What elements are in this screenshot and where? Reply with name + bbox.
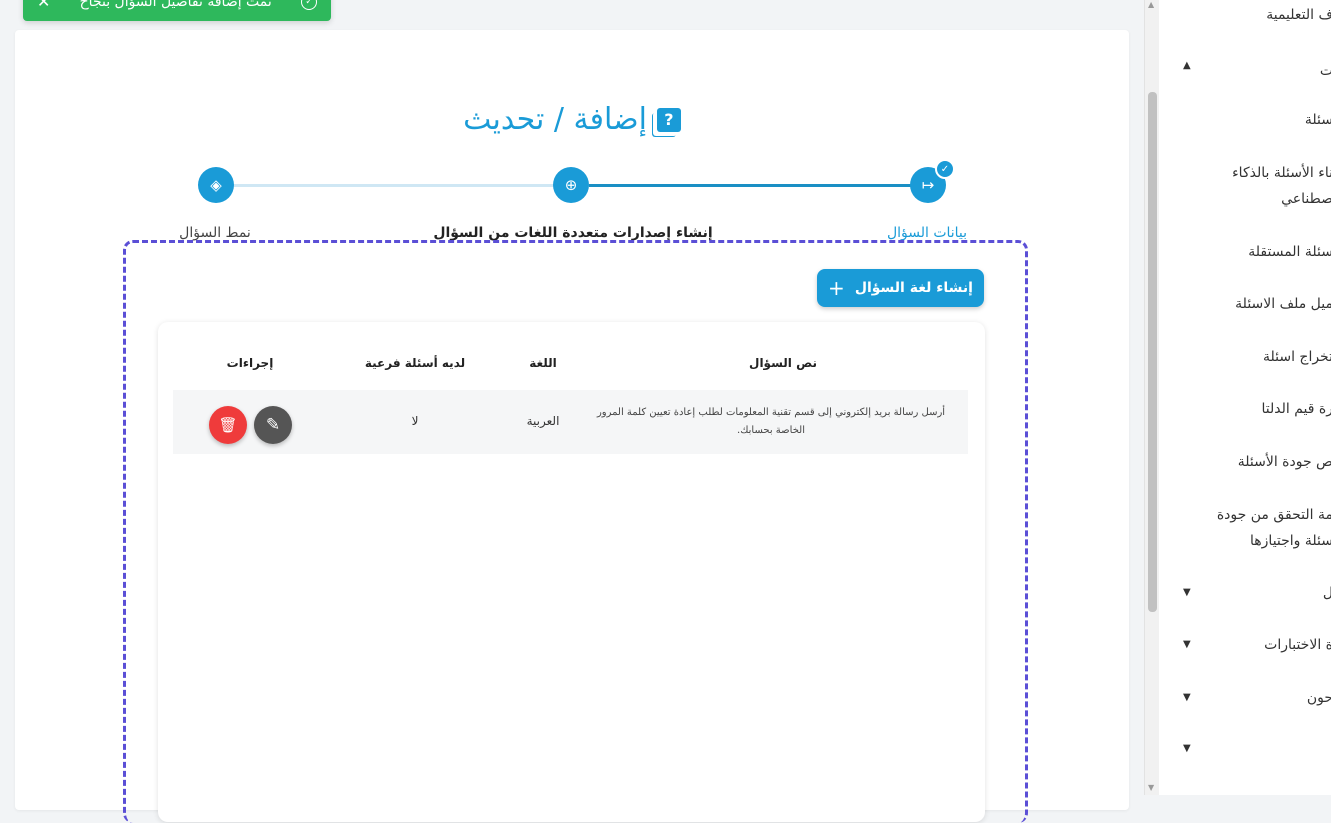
- sidebar-item-extract-questions[interactable]: تخراج اسئلة: [1263, 344, 1331, 370]
- scrollbar-thumb[interactable]: [1148, 92, 1157, 612]
- row-has-sub-questions: لا: [412, 414, 419, 428]
- sidebar-item-examinees[interactable]: حون: [1307, 685, 1331, 711]
- sidebar-item-quality-check-line2[interactable]: سئلة واجتيازها: [1250, 528, 1331, 554]
- table-header: نص السؤال اللغة لديه أسئلة فرعية إجراءات: [173, 344, 968, 391]
- stepper-line-pending: [231, 184, 589, 187]
- chevron-down-icon[interactable]: ▼: [1183, 639, 1191, 650]
- sidebar-item-upload-questions-file[interactable]: ميل ملف الاسئلة: [1235, 291, 1331, 317]
- languages-table: نص السؤال اللغة لديه أسئلة فرعية إجراءات…: [158, 322, 985, 822]
- create-question-language-label: إنشاء لغة السؤال: [855, 280, 973, 296]
- step-label-question-data[interactable]: بيانات السؤال: [887, 225, 967, 241]
- step-label-question-pattern[interactable]: نمط السؤال: [179, 225, 251, 241]
- sidebar-item-quality-check[interactable]: مة التحقق من جودة: [1217, 502, 1331, 528]
- step-completed-check-icon: ✓: [935, 159, 955, 179]
- step-multilanguage-icon[interactable]: ⊕: [553, 167, 589, 203]
- sidebar-item-group-a[interactable]: ل: [1323, 580, 1331, 606]
- sidebar-item-educational[interactable]: ف التعليمية: [1266, 2, 1331, 28]
- header-actions: إجراءات: [227, 356, 274, 370]
- page-header: ? إضافة / تحديث: [15, 102, 1129, 137]
- row-language: العربية: [527, 414, 560, 428]
- chevron-down-icon[interactable]: ▼: [1183, 743, 1191, 754]
- page-title: إضافة / تحديث: [463, 102, 647, 137]
- sidebar-item-questions-quality[interactable]: ص جودة الأسئلة: [1238, 449, 1331, 475]
- sidebar-item-independent-questions[interactable]: سئلة المستقلة: [1248, 239, 1331, 265]
- question-icon: ?: [657, 108, 681, 132]
- sidebar: ف التعليمية ت ▲ سئلة ناء الأسئلة بالذكاء…: [1159, 0, 1331, 795]
- chevron-down-icon[interactable]: ▼: [1183, 587, 1191, 598]
- toast-message: تمت إضافة تفاصيل السؤال بنجاح: [80, 0, 272, 10]
- sidebar-item-ai-questions[interactable]: ناء الأسئلة بالذكاء: [1232, 160, 1331, 186]
- close-icon[interactable]: ✕: [37, 0, 50, 11]
- row-question-text: أرسل رسالة بريد إلكتروني إلى قسم تقنية ا…: [591, 404, 951, 440]
- sidebar-item-ai-questions-line2[interactable]: صطناعي: [1281, 186, 1331, 212]
- stepper-line-completed: [589, 184, 943, 187]
- pencil-icon: ✎: [266, 415, 280, 435]
- create-question-language-button[interactable]: إنشاء لغة السؤال +: [817, 269, 984, 307]
- success-toast: ✕ تمت إضافة تفاصيل السؤال بنجاح ✓: [23, 0, 331, 21]
- header-question-text: نص السؤال: [749, 356, 817, 370]
- delete-button[interactable]: 🗑: [209, 406, 247, 444]
- scrollbar[interactable]: ▲ ▼: [1144, 0, 1160, 795]
- step-label-multilanguage[interactable]: إنشاء إصدارات متعددة اللغات من السؤال: [433, 225, 712, 241]
- header-language: اللغة: [529, 356, 557, 370]
- chevron-up-icon[interactable]: ▲: [1183, 60, 1191, 71]
- header-has-sub-questions: لديه أسئلة فرعية: [365, 356, 465, 370]
- sidebar-item-delta-values[interactable]: رة قيم الدلتا: [1262, 396, 1331, 422]
- sidebar-item-exams[interactable]: ة الاختبارات: [1264, 632, 1331, 658]
- check-circle-icon: ✓: [301, 0, 317, 10]
- trash-icon: 🗑: [218, 416, 237, 434]
- chevron-down-icon[interactable]: ▼: [1183, 692, 1191, 703]
- scroll-down-arrow-icon[interactable]: ▼: [1148, 783, 1154, 792]
- stepper: ↦ ✓ ⊕ ◈ بيانات السؤال إنشاء إصدارات متعد…: [15, 167, 1129, 247]
- sidebar-item-questions-group[interactable]: ت: [1320, 58, 1331, 84]
- edit-button[interactable]: ✎: [254, 406, 292, 444]
- main-card: ? إضافة / تحديث ↦ ✓ ⊕ ◈ بيانات السؤال إن…: [15, 30, 1129, 810]
- step-question-pattern-icon[interactable]: ◈: [198, 167, 234, 203]
- plus-icon: +: [828, 276, 845, 300]
- table-row: أرسل رسالة بريد إلكتروني إلى قسم تقنية ا…: [173, 390, 968, 454]
- scroll-up-arrow-icon[interactable]: ▲: [1148, 0, 1154, 9]
- sidebar-item-questions[interactable]: سئلة: [1305, 107, 1331, 133]
